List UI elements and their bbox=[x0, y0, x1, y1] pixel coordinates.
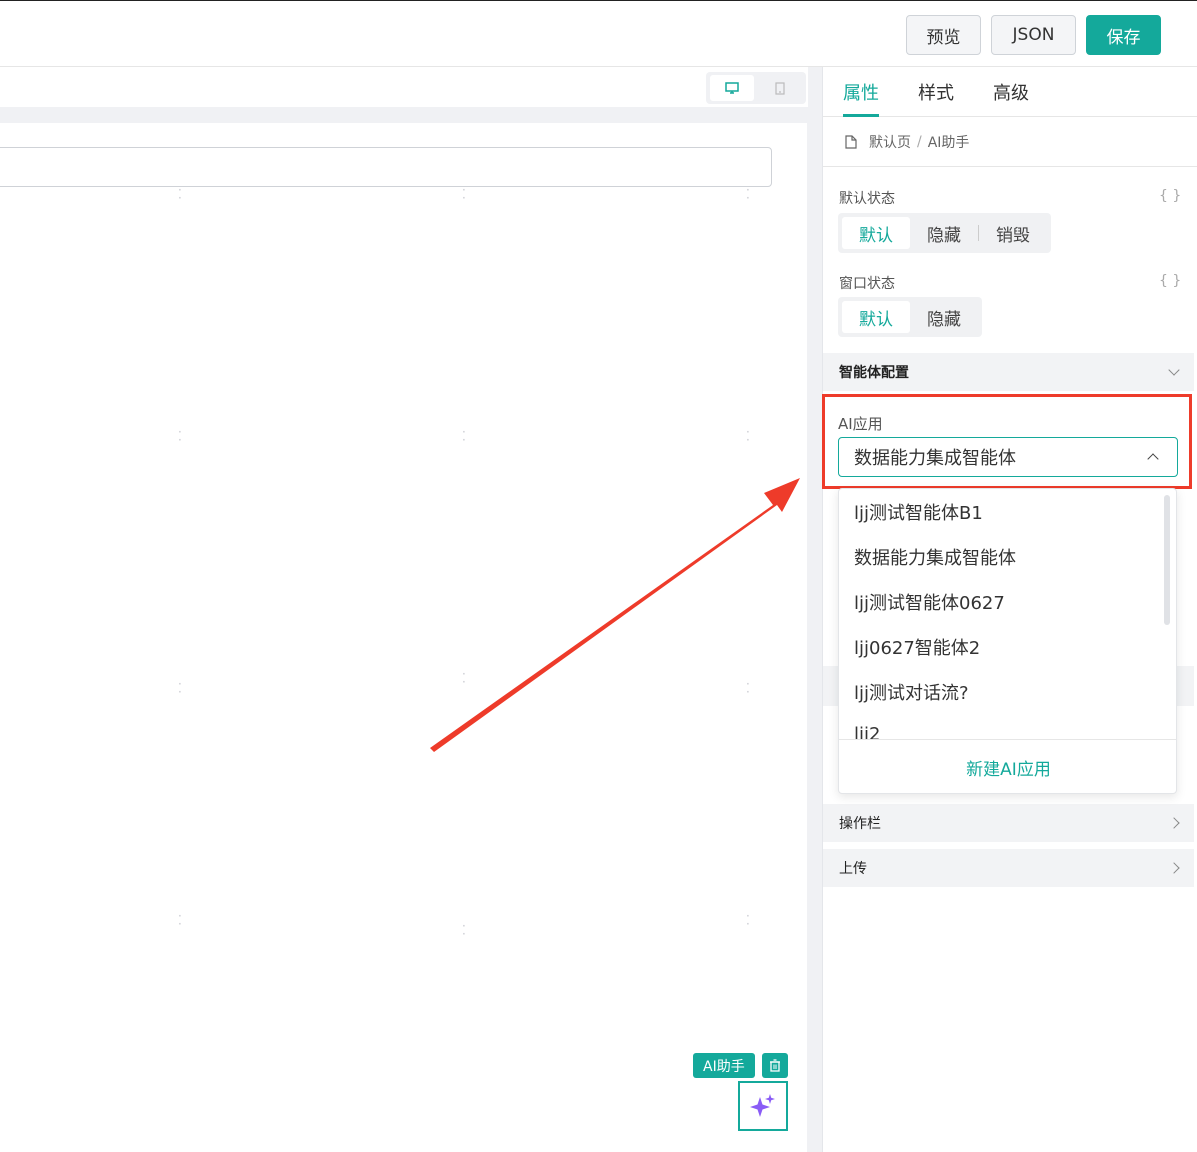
trash-icon[interactable] bbox=[762, 1053, 788, 1078]
window-state-option-default[interactable]: 默认 bbox=[842, 301, 910, 333]
upload-title: 上传 bbox=[839, 861, 867, 877]
preview-button[interactable]: 预览 bbox=[906, 15, 981, 55]
device-toggle bbox=[706, 72, 806, 104]
ai-assistant-widget[interactable] bbox=[738, 1081, 788, 1131]
default-state-option-hidden[interactable]: 隐藏 bbox=[910, 217, 978, 249]
page-canvas[interactable] bbox=[0, 123, 807, 1152]
tab-style[interactable]: 样式 bbox=[918, 79, 954, 105]
grid-dot: · · bbox=[462, 183, 472, 205]
top-toolbar: 预览 JSON 保存 bbox=[0, 0, 1197, 67]
default-state-segmented: 默认 隐藏 销毁 bbox=[838, 213, 1051, 253]
highlight-box bbox=[822, 394, 1192, 489]
chevron-down-icon bbox=[1168, 364, 1180, 376]
action-bar-section-header[interactable]: 操作栏 bbox=[823, 804, 1194, 842]
grid-dot: · · bbox=[178, 677, 188, 699]
upload-section-header[interactable]: 上传 bbox=[823, 849, 1194, 887]
ai-app-option[interactable]: ljj2 bbox=[854, 724, 880, 739]
default-state-expression-button[interactable]: { } bbox=[1159, 188, 1181, 204]
chevron-right-icon bbox=[1168, 817, 1180, 829]
grid-dot: · · bbox=[462, 425, 472, 447]
ai-app-dropdown: ljj测试智能体B1 数据能力集成智能体 ljj测试智能体0627 ljj062… bbox=[838, 488, 1177, 794]
breadcrumb-component: AI助手 bbox=[927, 134, 970, 151]
panel-tabs: 属性 样式 高级 bbox=[823, 67, 1197, 117]
tab-advanced[interactable]: 高级 bbox=[993, 79, 1029, 105]
ai-app-option[interactable]: ljj测试智能体0627 bbox=[854, 589, 1005, 615]
breadcrumb: 默认页 / AI助手 bbox=[823, 117, 1197, 167]
save-button[interactable]: 保存 bbox=[1086, 15, 1161, 55]
agent-config-title: 智能体配置 bbox=[839, 365, 909, 381]
grid-dot: · · bbox=[178, 183, 188, 205]
mobile-icon[interactable] bbox=[758, 75, 802, 101]
window-state-label: 窗口状态 bbox=[839, 276, 895, 292]
ai-app-option[interactable]: ljj测试对话流? bbox=[854, 679, 969, 705]
sparkle-icon bbox=[750, 1094, 775, 1117]
ai-app-option[interactable]: 数据能力集成智能体 bbox=[854, 544, 1016, 570]
grid-dot: · · bbox=[462, 919, 472, 941]
canvas-header bbox=[0, 67, 808, 107]
grid-dot: · · bbox=[746, 425, 756, 447]
breadcrumb-separator: / bbox=[917, 133, 922, 150]
action-bar-title: 操作栏 bbox=[839, 816, 881, 832]
grid-dot: · · bbox=[746, 677, 756, 699]
desktop-icon[interactable] bbox=[710, 75, 754, 101]
grid-dot: · · bbox=[178, 425, 188, 447]
json-button[interactable]: JSON bbox=[991, 15, 1076, 55]
grid-dot: · · bbox=[746, 183, 756, 205]
window-state-expression-button[interactable]: { } bbox=[1159, 273, 1181, 289]
default-state-option-default[interactable]: 默认 bbox=[842, 217, 910, 249]
page-icon bbox=[845, 134, 857, 149]
agent-config-section-header[interactable]: 智能体配置 bbox=[823, 353, 1194, 391]
dropdown-scrollbar[interactable] bbox=[1164, 495, 1170, 625]
ai-app-option[interactable]: ljj0627智能体2 bbox=[854, 634, 980, 660]
breadcrumb-page[interactable]: 默认页 bbox=[869, 132, 911, 152]
ai-app-option-list: ljj测试智能体B1 数据能力集成智能体 ljj测试智能体0627 ljj062… bbox=[839, 489, 1176, 739]
canvas-input-component[interactable] bbox=[0, 147, 772, 187]
grid-dot: · · bbox=[462, 667, 472, 689]
default-state-option-destroy[interactable]: 销毁 bbox=[979, 217, 1047, 249]
new-ai-app-button[interactable]: 新建AI应用 bbox=[839, 739, 1176, 793]
grid-dot: · · bbox=[178, 909, 188, 931]
window-state-segmented: 默认 隐藏 bbox=[838, 297, 982, 337]
grid-dot: · · bbox=[746, 909, 756, 931]
ai-assistant-tag[interactable]: AI助手 bbox=[693, 1053, 755, 1078]
chevron-right-icon bbox=[1168, 862, 1180, 874]
tab-properties[interactable]: 属性 bbox=[843, 79, 879, 105]
ai-app-option[interactable]: ljj测试智能体B1 bbox=[854, 499, 983, 525]
window-state-option-hidden[interactable]: 隐藏 bbox=[910, 301, 978, 333]
default-state-label: 默认状态 bbox=[839, 191, 895, 207]
